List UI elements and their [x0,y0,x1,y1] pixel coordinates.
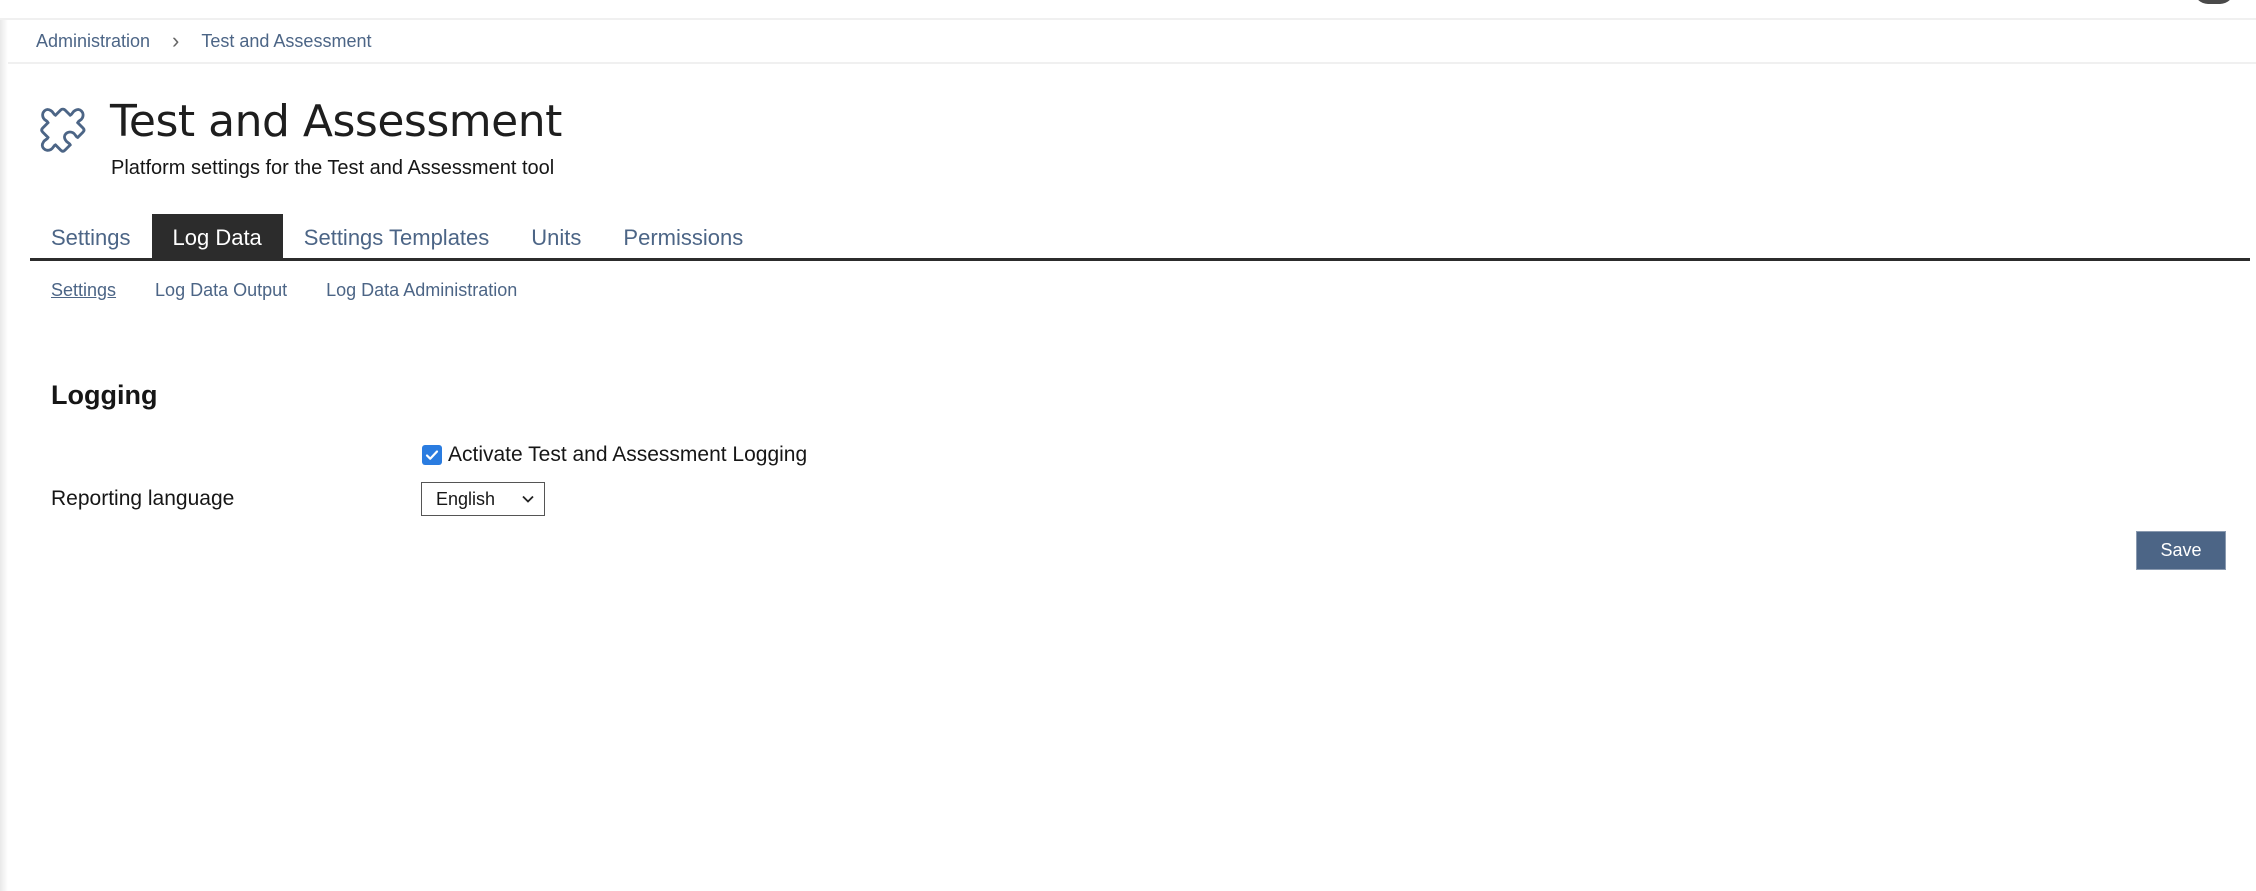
chevron-right-icon: › [172,28,180,53]
subtab-log-data-administration[interactable]: Log Data Administration [326,280,517,301]
tab-units[interactable]: Units [510,214,602,258]
subtab-settings[interactable]: Settings [51,280,116,301]
reporting-language-label: Reporting language [51,487,235,510]
subtab-log-data-output[interactable]: Log Data Output [155,280,287,301]
sidebar-edge [0,20,8,891]
page-subtitle: Platform settings for the Test and Asses… [111,157,555,179]
tab-log-data[interactable]: Log Data [151,214,283,258]
activate-logging-checkbox[interactable] [422,445,442,465]
subtab-bar: Settings Log Data Output Log Data Admini… [51,280,556,301]
page-header: Test and Assessment [32,96,562,156]
activate-logging-field: Activate Test and Assessment Logging [422,443,807,467]
tab-bar: Settings Log Data Settings Templates Uni… [30,214,2250,261]
save-button[interactable]: Save [2136,531,2226,570]
reporting-language-select[interactable]: English [421,482,545,516]
chevron-down-icon [522,495,534,503]
breadcrumb-administration[interactable]: Administration [36,31,150,52]
section-title-logging: Logging [51,380,158,410]
breadcrumb: Administration › Test and Assessment [8,20,2256,64]
user-avatar[interactable] [2194,0,2234,4]
breadcrumb-test-and-assessment[interactable]: Test and Assessment [201,31,371,52]
activate-logging-label: Activate Test and Assessment Logging [448,443,808,466]
page-title: Test and Assessment [110,96,562,147]
puzzle-piece-icon [40,107,86,153]
checkmark-icon [425,450,439,460]
tab-settings[interactable]: Settings [30,214,152,258]
top-bar [0,0,2256,20]
tab-settings-templates[interactable]: Settings Templates [283,214,510,258]
tab-permissions[interactable]: Permissions [602,214,764,258]
reporting-language-value: English [436,488,496,509]
